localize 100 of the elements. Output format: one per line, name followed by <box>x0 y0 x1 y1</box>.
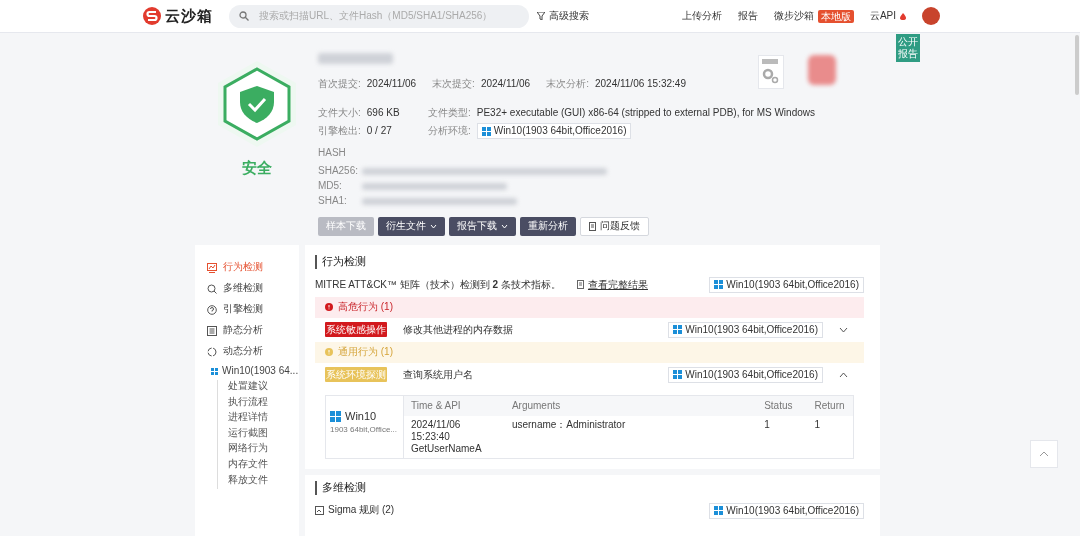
section-title: 多维检测 <box>315 480 864 495</box>
advanced-search-link[interactable]: 高级搜索 <box>537 9 589 23</box>
caret-icon <box>501 223 508 229</box>
document-icon <box>576 280 584 290</box>
nav-link[interactable]: 报告 <box>737 9 758 23</box>
logo-icon <box>143 7 161 25</box>
sidebar-item[interactable]: 行为检测 <box>207 257 299 278</box>
search-icon <box>239 11 249 21</box>
behavior-tag: 系统敏感操作 <box>325 322 387 338</box>
full-results-link[interactable]: 查看完整结果 <box>576 278 648 291</box>
alert-icon <box>325 303 333 312</box>
search-icon <box>207 283 217 294</box>
windows-icon <box>714 280 724 290</box>
sidebar-item[interactable]: 引擎检测 <box>207 299 299 320</box>
sidebar-item[interactable]: 动态分析 <box>207 341 299 362</box>
field-label: 文件类型: <box>428 106 471 119</box>
summary-text: MITRE ATT&CK™ 矩阵（技术）检测到 2 条技术指标。 <box>315 278 561 291</box>
table-cell: 1 <box>814 418 821 430</box>
environment-tag: Win10(1903 64bit,Office2016) <box>668 366 823 383</box>
action-button[interactable]: 衍生文件 <box>378 216 445 236</box>
column-header: Arguments <box>504 395 758 416</box>
field-label: 首次提交: <box>318 78 361 89</box>
field-value: 2024/11/06 <box>366 78 417 89</box>
sidebar-item[interactable]: 多维检测 <box>207 278 299 299</box>
field-label: 引擎检出: <box>318 124 361 138</box>
windows-icon <box>714 506 724 515</box>
alert-icon <box>325 348 333 357</box>
nav-link[interactable]: 上传分析 <box>681 9 722 23</box>
file-type-icon <box>758 55 784 89</box>
loading-ring-icon <box>207 346 217 357</box>
environment-tag: Win10(1903 64bit,Office2016) <box>476 123 632 139</box>
tree-item[interactable]: 处置建议 <box>228 380 299 396</box>
tree-item[interactable]: 网络行为 <box>228 442 299 458</box>
table-cell: username：Administrator <box>511 418 626 430</box>
behavior-description: 修改其他进程的内存数据 <box>403 323 513 336</box>
chevron-up-icon <box>1039 451 1049 457</box>
user-avatar[interactable] <box>922 7 940 25</box>
group-title: 高危行为 (1) <box>338 301 393 314</box>
windows-icon <box>211 367 218 375</box>
field-label: 分析环境: <box>428 124 471 138</box>
field-label: 末次提交: <box>432 78 475 89</box>
windows-icon <box>330 411 341 423</box>
chevron-toggle[interactable] <box>839 371 848 378</box>
nav-link[interactable]: 云API <box>869 9 906 23</box>
tree-item[interactable]: 执行流程 <box>228 395 299 412</box>
nav-link[interactable]: 微步沙箱 本地版 <box>773 9 854 23</box>
field-value: 2024/11/06 15:32:49 <box>594 78 686 89</box>
scrollbar[interactable] <box>1075 35 1079 95</box>
chevron-toggle[interactable] <box>839 326 848 333</box>
field-value: 2024/11/06 <box>480 78 531 89</box>
table-cell: 1 <box>764 418 770 430</box>
caret-icon <box>430 223 437 229</box>
field-label: SHA1: <box>318 194 348 208</box>
document-icon <box>207 325 217 336</box>
version-badge: 本地版 <box>817 9 854 23</box>
monitor-chart-icon <box>207 262 217 273</box>
field-value: PE32+ executable (GUI) x86-64 (stripped to external PDB), for MS Windows <box>476 106 815 119</box>
field-value: 0 / 27 <box>366 124 392 138</box>
table-cell-text: GetUserNameA <box>411 442 483 455</box>
column-header: Status <box>757 395 808 416</box>
action-button[interactable]: 报告下载 <box>449 216 516 236</box>
rule-title: Sigma 规则 (2) <box>328 504 395 517</box>
logo-text: 云沙箱 <box>165 6 213 26</box>
group-title: 通用行为 (1) <box>338 346 393 359</box>
flame-icon <box>900 12 906 20</box>
column-header: Return <box>807 395 853 416</box>
document-icon <box>589 221 596 231</box>
section-title: 行为检测 <box>315 255 864 269</box>
help-icon <box>207 304 217 315</box>
tree-item[interactable]: 进程详情 <box>228 411 299 427</box>
windows-icon <box>481 126 491 136</box>
windows-icon <box>673 325 683 335</box>
rule-icon <box>315 506 324 515</box>
field-label: 末次分析: <box>546 78 589 89</box>
column-header: Time & API <box>404 395 505 416</box>
action-button[interactable]: 重新分析 <box>520 216 576 236</box>
tree-item[interactable]: 内存文件 <box>228 457 299 474</box>
hash-heading: HASH <box>318 147 347 160</box>
filter-icon <box>537 12 545 20</box>
tree-item[interactable]: 释放文件 <box>228 473 299 490</box>
environment-tag: Win10(1903 64bit,Office2016) <box>709 276 864 293</box>
tree-node[interactable]: Win10(1903 64... <box>211 362 299 380</box>
environment-tag: Win10(1903 64bit,Office2016) <box>668 321 823 338</box>
environment-name: Win10 <box>345 409 377 424</box>
field-value: 696 KB <box>366 106 400 119</box>
sidebar-item[interactable]: 静态分析 <box>207 320 299 341</box>
action-button[interactable]: 问题反馈 <box>580 216 649 236</box>
verdict-label: 安全 <box>241 159 272 178</box>
search-field[interactable]: 搜索或扫描URL、文件Hash（MD5/SHA1/SHA256） <box>229 4 529 28</box>
environment-detail: 1903 64bit,Office... <box>330 423 398 435</box>
table-cell-text: 2024/11/06 15:23:40 <box>411 418 462 443</box>
behavior-tag: 系统环境探测 <box>325 367 387 383</box>
field-label: 文件大小: <box>318 106 361 119</box>
blurred-icon <box>808 55 836 85</box>
tree-item[interactable]: 运行截图 <box>228 426 299 443</box>
windows-icon <box>673 370 683 380</box>
field-label: SHA256: <box>318 164 356 178</box>
field-label: MD5: <box>318 179 343 193</box>
behavior-description: 查询系统用户名 <box>403 368 473 381</box>
environment-tag: Win10(1903 64bit,Office2016) <box>709 502 864 519</box>
